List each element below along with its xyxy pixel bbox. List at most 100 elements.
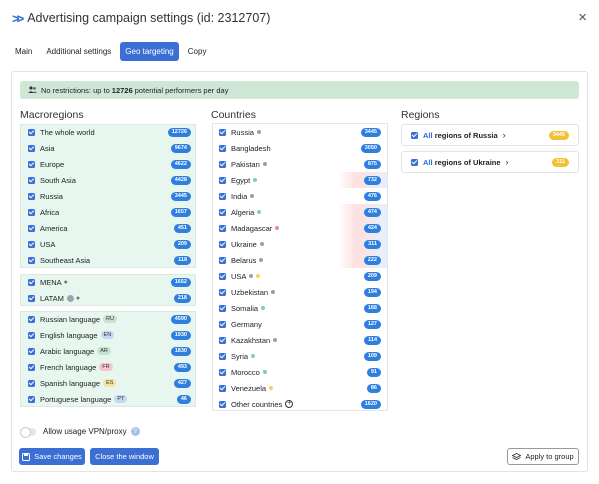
country-item[interactable]: Algeria 474 bbox=[213, 204, 387, 220]
macroregion-item[interactable]: Spanish language ES 427 bbox=[28, 375, 193, 391]
macroregion-count: 4622 bbox=[170, 159, 191, 169]
macroregion-item[interactable]: Southeast Asia 118 bbox=[28, 252, 193, 268]
save-button[interactable]: Save changes bbox=[19, 448, 85, 465]
country-checkbox[interactable] bbox=[219, 400, 226, 408]
macroregion-item[interactable]: The whole world 12726 bbox=[28, 124, 193, 140]
country-checkbox[interactable] bbox=[219, 176, 226, 184]
country-item[interactable]: USA 209 bbox=[213, 268, 387, 284]
country-item[interactable]: Egypt 732 bbox=[213, 172, 387, 188]
country-checkbox[interactable] bbox=[219, 128, 226, 136]
country-checkbox[interactable] bbox=[219, 368, 226, 376]
macroregion-item[interactable]: English language EN 1930 bbox=[28, 327, 193, 343]
macroregion-item[interactable]: Russia 3445 bbox=[28, 188, 193, 204]
country-label: Egypt bbox=[231, 175, 251, 185]
close-icon[interactable]: × bbox=[578, 9, 587, 27]
country-item[interactable]: Pakistan 875 bbox=[213, 156, 387, 172]
apply-to-group-button[interactable]: Apply to group bbox=[507, 448, 579, 465]
macroregion-checkbox[interactable] bbox=[28, 294, 35, 302]
macroregion-checkbox[interactable] bbox=[28, 192, 35, 200]
tab-geo-targeting[interactable]: Geo targeting bbox=[120, 42, 179, 61]
macroregion-item[interactable]: Asia 9674 bbox=[28, 140, 193, 156]
macroregion-checkbox[interactable] bbox=[28, 395, 35, 403]
country-item[interactable]: Madagascar 424 bbox=[213, 220, 387, 236]
macroregion-checkbox[interactable] bbox=[28, 331, 35, 339]
country-item[interactable]: Venezuela 86 bbox=[213, 380, 387, 396]
macroregion-checkbox[interactable] bbox=[28, 315, 35, 323]
macroregion-checkbox[interactable] bbox=[28, 128, 35, 136]
chevron-right-icon[interactable]: › bbox=[503, 130, 506, 140]
macroregion-checkbox[interactable] bbox=[28, 160, 35, 168]
tab-additional-settings[interactable]: Additional settings bbox=[41, 42, 116, 61]
country-checkbox[interactable] bbox=[219, 192, 226, 200]
country-count: 3050 bbox=[360, 143, 381, 153]
country-checkbox[interactable] bbox=[219, 304, 226, 312]
country-item[interactable]: Somalia 168 bbox=[213, 300, 387, 316]
country-item[interactable]: Belarus 222 bbox=[213, 252, 387, 268]
region-russia-checkbox[interactable] bbox=[411, 131, 418, 139]
macroregion-item[interactable]: Africa 1657 bbox=[28, 204, 193, 220]
country-checkbox[interactable] bbox=[219, 288, 226, 296]
macroregion-checkbox[interactable] bbox=[28, 208, 35, 216]
country-checkbox[interactable] bbox=[219, 256, 226, 264]
country-item[interactable]: India 476 bbox=[213, 188, 387, 204]
macroregion-checkbox[interactable] bbox=[28, 224, 35, 232]
macroregion-label: LATAM bbox=[40, 293, 64, 303]
help-icon[interactable]: ? bbox=[130, 427, 140, 436]
macroregion-item[interactable]: South Asia 4428 bbox=[28, 172, 193, 188]
country-label: Venezuela bbox=[231, 383, 267, 393]
macroregion-checkbox[interactable] bbox=[28, 379, 35, 387]
close-window-button[interactable]: Close the window bbox=[90, 448, 159, 465]
country-checkbox[interactable] bbox=[219, 240, 226, 248]
macroregion-item[interactable]: French language FR 493 bbox=[28, 359, 193, 375]
country-checkbox[interactable] bbox=[219, 272, 226, 280]
macroregion-checkbox[interactable] bbox=[28, 176, 35, 184]
macroregion-item[interactable]: America 451 bbox=[28, 220, 193, 236]
country-checkbox[interactable] bbox=[219, 160, 226, 168]
country-item[interactable]: Russia 3445 bbox=[213, 124, 387, 140]
country-item[interactable]: Uzbekistan 194 bbox=[213, 284, 387, 300]
region-ukraine-checkbox[interactable] bbox=[411, 158, 418, 166]
country-count: 127 bbox=[363, 319, 381, 329]
country-item[interactable]: Morocco 91 bbox=[213, 364, 387, 380]
macroregion-checkbox[interactable] bbox=[28, 240, 35, 248]
vpn-toggle[interactable] bbox=[20, 427, 36, 438]
tab-main[interactable]: Main bbox=[10, 42, 37, 61]
macroregion-item[interactable]: Russian language RU 4590 bbox=[28, 311, 193, 327]
save-button-label: Save changes bbox=[34, 452, 82, 461]
country-checkbox[interactable] bbox=[219, 352, 226, 360]
plus-icon[interactable]: + bbox=[285, 400, 294, 408]
country-checkbox[interactable] bbox=[219, 320, 226, 328]
region-russia[interactable]: All regions of Russia › 3445 bbox=[401, 124, 579, 146]
macroregion-checkbox[interactable] bbox=[28, 363, 35, 371]
country-item[interactable]: Bangladesh 3050 bbox=[213, 140, 387, 156]
country-count: 194 bbox=[363, 287, 381, 297]
macroregion-checkbox[interactable] bbox=[28, 347, 35, 355]
tab-copy[interactable]: Copy bbox=[183, 42, 212, 61]
chevron-right-icon[interactable]: › bbox=[506, 157, 509, 167]
country-checkbox[interactable] bbox=[219, 336, 226, 344]
country-checkbox[interactable] bbox=[219, 208, 226, 216]
country-item[interactable]: Syria 109 bbox=[213, 348, 387, 364]
macroregion-count: 451 bbox=[173, 223, 191, 233]
country-item[interactable]: Germany 127 bbox=[213, 316, 387, 332]
country-item[interactable]: Kazakhstan 114 bbox=[213, 332, 387, 348]
macroregion-checkbox[interactable] bbox=[28, 278, 35, 286]
macroregion-checkbox[interactable] bbox=[28, 144, 35, 152]
region-ukraine[interactable]: All regions of Ukraine › 311 bbox=[401, 151, 579, 173]
country-checkbox[interactable] bbox=[219, 384, 226, 392]
macroregion-item[interactable]: MENA ● 1652 bbox=[28, 274, 193, 290]
country-item[interactable]: Other countries +1620 bbox=[213, 396, 387, 412]
macroregion-item[interactable]: USA 209 bbox=[28, 236, 193, 252]
country-item[interactable]: Ukraine 311 bbox=[213, 236, 387, 252]
macroregion-checkbox[interactable] bbox=[28, 256, 35, 264]
macroregion-label: Arabic language bbox=[40, 346, 95, 356]
macroregion-item[interactable]: Europe 4622 bbox=[28, 156, 193, 172]
country-checkbox[interactable] bbox=[219, 144, 226, 152]
country-checkbox[interactable] bbox=[219, 224, 226, 232]
macroregion-count: 46 bbox=[176, 394, 191, 404]
macroregion-item[interactable]: Portuguese language PT 46 bbox=[28, 391, 193, 407]
macroregion-item[interactable]: LATAM ● 218 bbox=[28, 290, 193, 306]
region-ukraine-all: All bbox=[423, 157, 433, 167]
macroregion-item[interactable]: Arabic language AR 1830 bbox=[28, 343, 193, 359]
macroregions-title: Macroregions bbox=[20, 109, 84, 121]
